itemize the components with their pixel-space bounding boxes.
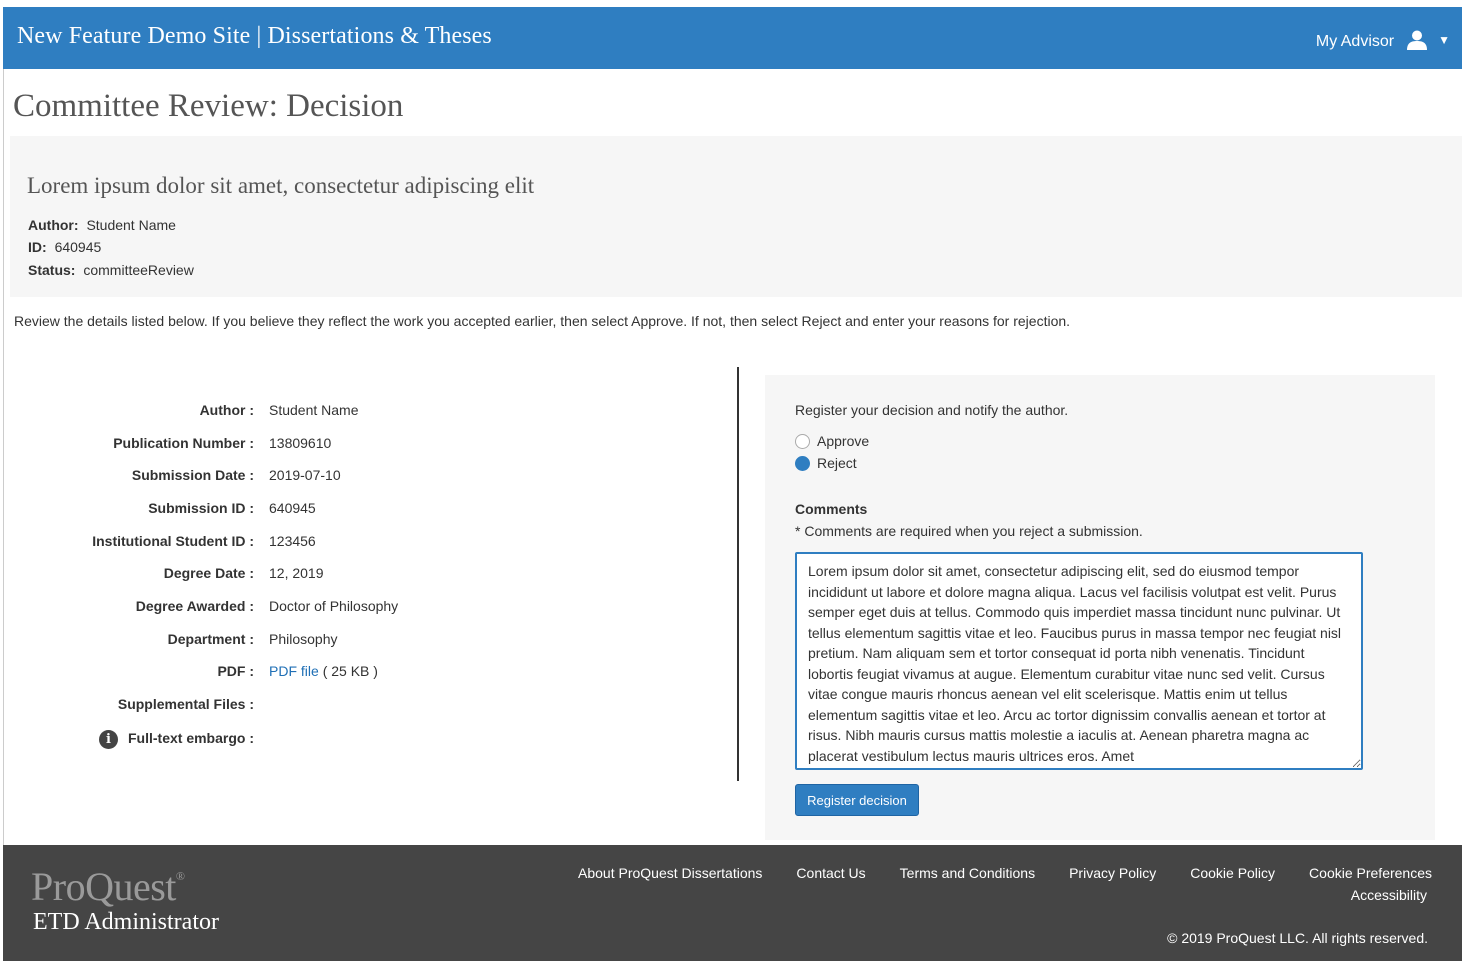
site-title[interactable]: New Feature Demo Site | Dissertations & … xyxy=(17,23,492,50)
reject-radio-option[interactable]: Reject xyxy=(795,455,857,471)
detail-department: Department : Philosophy xyxy=(0,631,730,651)
logo-text: ProQuest xyxy=(31,864,176,909)
decision-prompt: Register your decision and notify the au… xyxy=(795,402,1069,418)
approve-radio[interactable] xyxy=(795,433,810,449)
detail-label: Institutional Student ID : xyxy=(92,533,254,549)
summary-author-label: Author: xyxy=(28,217,79,233)
footer: ProQuest® ETD Administrator About ProQue… xyxy=(3,845,1462,961)
approve-radio-option[interactable]: Approve xyxy=(795,433,869,449)
comments-note: * Comments are required when you reject … xyxy=(795,523,1143,539)
register-decision-button[interactable]: Register decision xyxy=(795,784,919,816)
detail-degree-awarded: Degree Awarded : Doctor of Philosophy xyxy=(0,598,730,618)
detail-value: 13809610 xyxy=(269,435,332,451)
info-icon[interactable]: i xyxy=(98,730,118,749)
detail-label: Submission Date : xyxy=(131,467,254,483)
approve-label[interactable]: Approve xyxy=(817,433,869,449)
footer-link-accessibility[interactable]: Accessibility xyxy=(1351,887,1427,903)
reject-label[interactable]: Reject xyxy=(817,455,857,471)
product-name: ETD Administrator xyxy=(33,909,219,935)
comments-textarea[interactable]: Lorem ipsum dolor sit amet, consectetur … xyxy=(795,552,1363,770)
pdf-file-size: ( 25 KB ) xyxy=(322,663,378,679)
reject-radio[interactable] xyxy=(795,455,810,471)
detail-value: Student Name xyxy=(269,402,359,418)
detail-value: 640945 xyxy=(269,500,316,516)
detail-label: PDF : xyxy=(217,663,254,679)
copyright: © 2019 ProQuest LLC. All rights reserved… xyxy=(1167,930,1428,946)
detail-author: Author : Student Name xyxy=(0,402,730,422)
detail-label: Department : xyxy=(167,631,254,647)
comments-label: Comments xyxy=(795,501,868,517)
summary-author: Author: Student Name xyxy=(28,217,176,233)
review-instructions: Review the details listed below. If you … xyxy=(14,313,1071,329)
footer-links: About ProQuest Dissertations Contact Us … xyxy=(578,865,1432,881)
detail-submission-id: Submission ID : 640945 xyxy=(0,500,730,520)
submission-summary-panel: Lorem ipsum dolor sit amet, consectetur … xyxy=(10,136,1462,297)
detail-degree-date: Degree Date : 12, 2019 xyxy=(0,565,730,585)
summary-id: ID: 640945 xyxy=(28,239,101,255)
detail-institutional-student-id: Institutional Student ID : 123456 xyxy=(0,533,730,553)
user-icon[interactable] xyxy=(1406,29,1428,51)
footer-link-privacy[interactable]: Privacy Policy xyxy=(1069,865,1156,881)
summary-id-label: ID: xyxy=(28,239,47,255)
vertical-divider xyxy=(737,367,739,781)
summary-id-value: 640945 xyxy=(54,239,102,255)
summary-author-value: Student Name xyxy=(86,217,176,233)
embargo-label: Full-text embargo : xyxy=(127,730,254,746)
footer-link-contact[interactable]: Contact Us xyxy=(796,865,865,881)
detail-label: Degree Date : xyxy=(163,565,254,581)
detail-submission-date: Submission Date : 2019-07-10 xyxy=(0,467,730,487)
summary-status-value: committeeReview xyxy=(83,262,194,278)
chevron-down-icon[interactable]: ▼ xyxy=(1438,33,1450,47)
detail-value: 2019-07-10 xyxy=(269,467,341,483)
detail-full-text-embargo: i Full-text embargo : xyxy=(0,730,730,750)
detail-supplemental-files: Supplemental Files : xyxy=(0,696,730,716)
user-menu[interactable]: My Advisor ▼ xyxy=(1316,29,1450,51)
footer-link-cookie-policy[interactable]: Cookie Policy xyxy=(1190,865,1275,881)
detail-label: i Full-text embargo : xyxy=(98,730,254,749)
footer-link-about[interactable]: About ProQuest Dissertations xyxy=(578,865,762,881)
footer-link-terms[interactable]: Terms and Conditions xyxy=(900,865,1035,881)
submission-title: Lorem ipsum dolor sit amet, consectetur … xyxy=(27,173,535,198)
page-title: Committee Review: Decision xyxy=(13,88,404,124)
summary-status-label: Status: xyxy=(28,262,76,278)
registered-mark: ® xyxy=(175,869,185,883)
proquest-logo[interactable]: ProQuest® xyxy=(31,863,185,910)
detail-label: Submission ID : xyxy=(148,500,254,516)
detail-label: Supplemental Files : xyxy=(117,696,254,712)
footer-link-cookie-preferences[interactable]: Cookie Preferences xyxy=(1309,865,1432,881)
detail-value: Philosophy xyxy=(269,631,338,647)
detail-value: 123456 xyxy=(269,533,316,549)
summary-status: Status: committeeReview xyxy=(28,262,194,278)
detail-value: PDF file ( 25 KB ) xyxy=(269,663,378,679)
detail-publication-number: Publication Number : 13809610 xyxy=(0,435,730,455)
detail-label: Author : xyxy=(199,402,254,418)
detail-pdf: PDF : PDF file ( 25 KB ) xyxy=(0,663,730,683)
pdf-file-link[interactable]: PDF file xyxy=(269,663,319,679)
detail-value: 12, 2019 xyxy=(269,565,324,581)
detail-label: Publication Number : xyxy=(113,435,254,451)
detail-value: Doctor of Philosophy xyxy=(269,598,399,614)
user-name[interactable]: My Advisor xyxy=(1316,33,1394,51)
detail-label: Degree Awarded : xyxy=(135,598,254,614)
decision-panel: Register your decision and notify the au… xyxy=(765,375,1435,840)
top-nav-bar: New Feature Demo Site | Dissertations & … xyxy=(3,7,1462,69)
